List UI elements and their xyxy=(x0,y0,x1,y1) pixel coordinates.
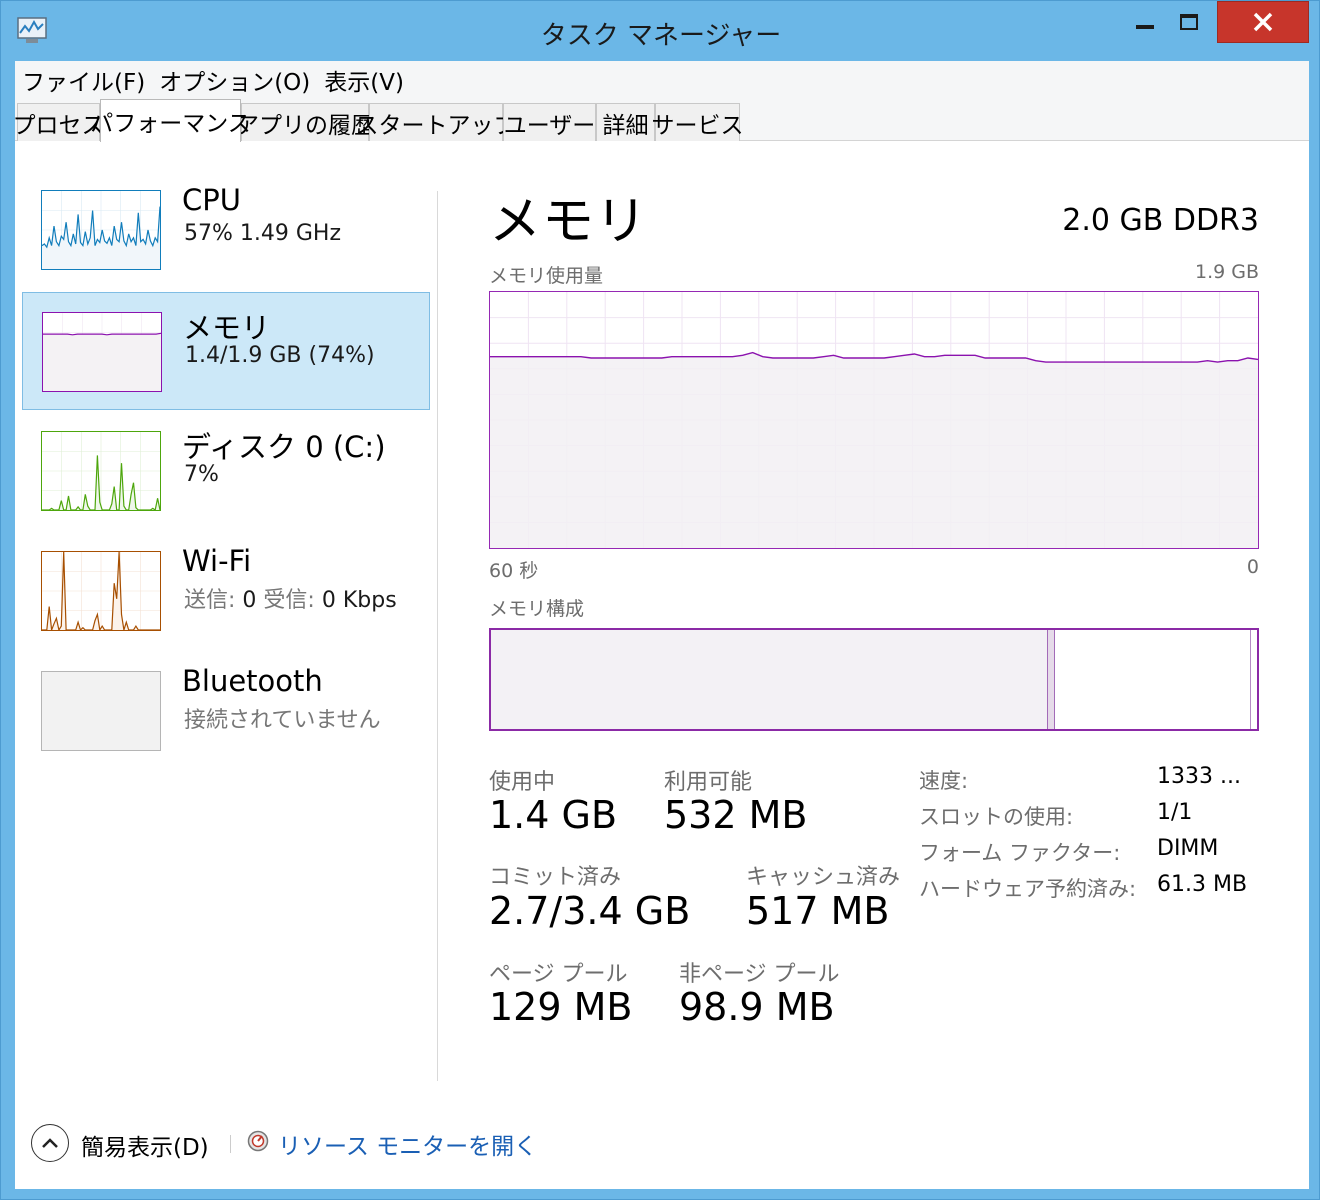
sidebar-item-bluetooth[interactable]: Bluetooth 接続されていません xyxy=(22,652,430,770)
page-title: メモリ xyxy=(489,192,649,252)
minimize-icon xyxy=(1136,25,1154,29)
fewer-details-button[interactable] xyxy=(31,1124,69,1162)
paged-pool-value: 129 MB xyxy=(489,985,633,1029)
wifi-mini-chart xyxy=(42,552,160,630)
committed-label: コミット済み xyxy=(489,865,622,890)
usage-graph-label: メモリ使用量 xyxy=(489,265,604,287)
tab-users[interactable]: ユーザー xyxy=(503,103,596,141)
close-button[interactable] xyxy=(1217,1,1309,43)
menu-view[interactable]: 表示(V) xyxy=(317,63,411,97)
send-label: 送信: xyxy=(184,588,236,613)
disk-mini-chart xyxy=(42,432,160,510)
pane-divider[interactable] xyxy=(437,191,438,1081)
in-use-value: 1.4 GB xyxy=(489,793,618,837)
sidebar-item-memory[interactable]: メモリ 1.4/1.9 GB (74%) xyxy=(22,292,430,410)
sidebar-item-title: ディスク 0 (C:) xyxy=(182,430,386,464)
send-value: 0 xyxy=(242,588,257,613)
maximize-icon xyxy=(1180,14,1198,30)
sidebar-item-subtitle: 7% xyxy=(184,462,219,487)
composition-in-use[interactable] xyxy=(491,630,1048,729)
hardware-reserved-value: 61.3 MB xyxy=(1157,872,1248,897)
tab-processes[interactable]: プロセス xyxy=(13,103,105,141)
hardware-reserved-label: ハードウェア予約済み: xyxy=(919,877,1137,901)
task-manager-window: タスク マネージャー ファイル(F) オプション(O) 表示(V) プロセス パ… xyxy=(0,0,1320,1200)
tab-details[interactable]: 詳細 xyxy=(596,103,655,141)
sidebar-item-subtitle: 57% 1.49 GHz xyxy=(184,221,342,246)
nonpaged-pool-label: 非ページ プール xyxy=(679,962,840,987)
cpu-mini-chart xyxy=(42,191,160,269)
cpu-thumbnail xyxy=(41,190,161,270)
slots-label: スロットの使用: xyxy=(919,805,1074,829)
graph-axis-right: 0 xyxy=(1246,556,1259,578)
committed-value: 2.7/3.4 GB xyxy=(489,889,691,933)
receive-label: 受信: xyxy=(263,588,315,613)
sidebar-item-cpu[interactable]: CPU 57% 1.49 GHz xyxy=(22,171,430,289)
tab-bar: プロセス パフォーマンス アプリの履歴 スタートアップ ユーザー 詳細 サービス xyxy=(13,99,1309,142)
paged-pool-label: ページ プール xyxy=(489,962,628,987)
maximize-button[interactable] xyxy=(1161,1,1217,43)
sidebar-item-title: Bluetooth xyxy=(182,664,323,698)
memory-spec: 2.0 GB DDR3 xyxy=(1062,203,1259,238)
sidebar-item-subtitle: 接続されていません xyxy=(184,708,381,733)
thumb-area xyxy=(43,333,161,391)
tab-performance[interactable]: パフォーマンス xyxy=(90,99,251,142)
menu-options[interactable]: オプション(O) xyxy=(152,63,317,97)
thumb-line xyxy=(43,332,161,336)
cached-value: 517 MB xyxy=(746,889,890,933)
form-factor-value: DIMM xyxy=(1157,836,1219,861)
in-use-label: 使用中 xyxy=(489,770,556,795)
menu-bar: ファイル(F) オプション(O) 表示(V) xyxy=(15,61,1309,99)
tab-startup[interactable]: スタートアップ xyxy=(356,103,517,141)
memory-usage-graph xyxy=(489,291,1259,549)
wifi-thumbnail xyxy=(41,551,161,631)
footer: 簡易表示(D) リソース モニターを開く xyxy=(15,1101,1309,1189)
title-bar[interactable]: タスク マネージャー xyxy=(1,1,1320,61)
fewer-details-label[interactable]: 簡易表示(D) xyxy=(81,1128,209,1162)
usage-graph-max: 1.9 GB xyxy=(1194,261,1259,283)
sidebar-item-title: Wi-Fi xyxy=(182,544,252,578)
memory-thumbnail xyxy=(42,312,162,392)
sidebar-item-title: CPU xyxy=(182,183,241,217)
speed-label: 速度: xyxy=(919,769,969,793)
resource-monitor-icon xyxy=(247,1130,269,1152)
sidebar-item-subtitle: 送信: 0 受信: 0 Kbps xyxy=(184,582,397,614)
disk-thumbnail xyxy=(41,431,161,511)
tab-app-history[interactable]: アプリの履歴 xyxy=(236,103,374,141)
sidebar-item-title: メモリ xyxy=(183,311,271,345)
bluetooth-thumbnail xyxy=(41,671,161,751)
sidebar-item-disk[interactable]: ディスク 0 (C:) 7% xyxy=(22,412,430,530)
chevron-up-icon xyxy=(42,1138,58,1148)
open-resource-monitor-link[interactable]: リソース モニターを開く xyxy=(278,1127,537,1161)
memory-composition-bar xyxy=(489,628,1259,731)
sidebar-item-subtitle: 1.4/1.9 GB (74%) xyxy=(185,343,375,368)
available-label: 利用可能 xyxy=(664,770,753,795)
nonpaged-pool-value: 98.9 MB xyxy=(679,985,835,1029)
memory-usage-chart xyxy=(490,292,1259,548)
form-factor-label: フォーム ファクター: xyxy=(919,841,1121,865)
speed-value: 1333 ... xyxy=(1157,764,1241,789)
memory-mini-chart xyxy=(43,313,161,391)
cached-label: キャッシュ済み xyxy=(746,865,901,890)
composition-free[interactable] xyxy=(1250,630,1257,729)
composition-modified[interactable] xyxy=(1047,630,1055,729)
available-value: 532 MB xyxy=(664,793,808,837)
tab-services[interactable]: サービス xyxy=(652,103,744,141)
close-icon xyxy=(1253,12,1273,32)
sidebar-item-wifi[interactable]: Wi-Fi 送信: 0 受信: 0 Kbps xyxy=(22,532,430,650)
composition-standby[interactable] xyxy=(1054,630,1251,729)
footer-separator xyxy=(230,1135,231,1153)
memory-usage-area xyxy=(490,352,1258,548)
resource-list: CPU 57% 1.49 GHz メモリ 1.4/1.9 GB (74%) ディ… xyxy=(15,141,437,1101)
client-area: ファイル(F) オプション(O) 表示(V) プロセス パフォーマンス アプリの… xyxy=(13,61,1309,1189)
slots-value: 1/1 xyxy=(1157,800,1193,825)
composition-label: メモリ構成 xyxy=(489,598,585,620)
receive-value: 0 Kbps xyxy=(321,588,397,613)
memory-detail-pane: メモリ 2.0 GB DDR3 メモリ使用量 1.9 GB 60 秒 0 メモリ… xyxy=(489,141,1269,1101)
menu-file[interactable]: ファイル(F) xyxy=(15,63,152,97)
graph-axis-left: 60 秒 xyxy=(489,560,539,582)
